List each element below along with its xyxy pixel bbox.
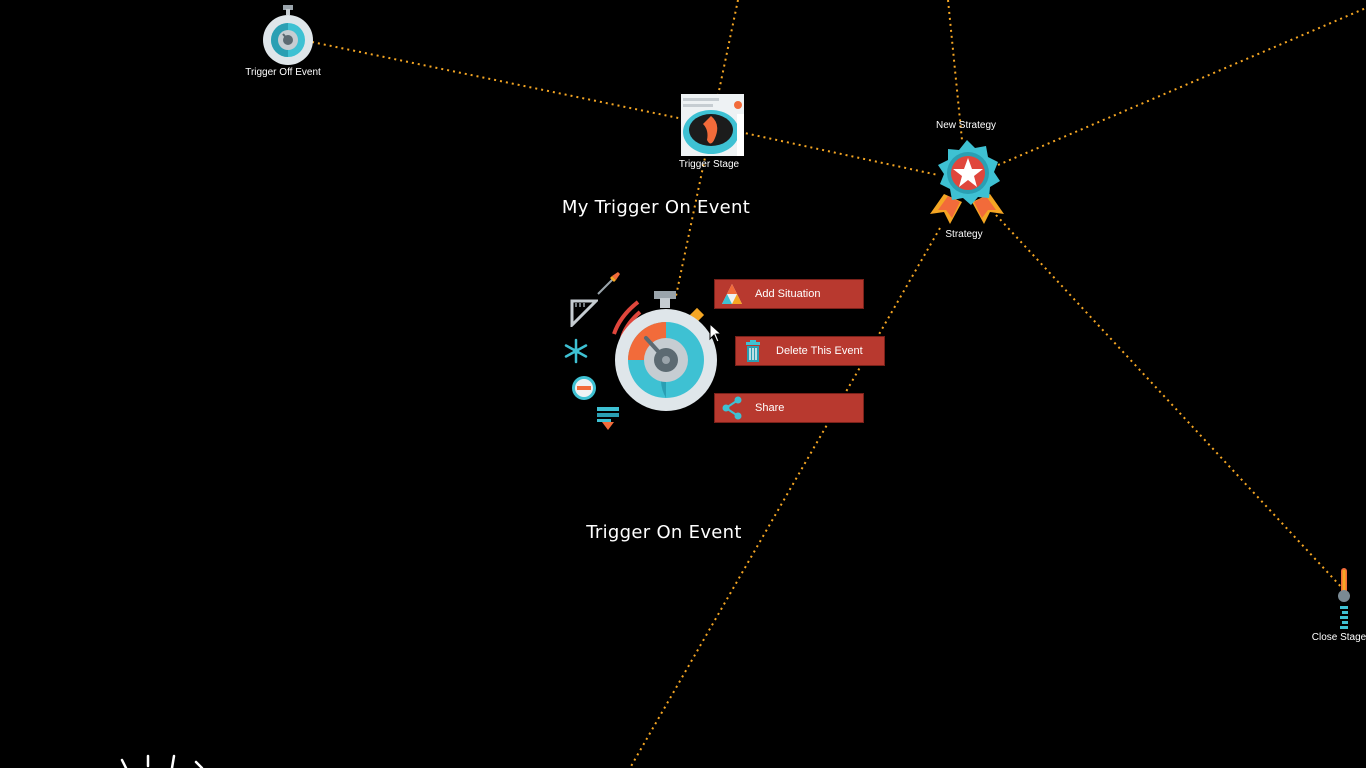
trigger-on-event-node[interactable]: [608, 290, 728, 412]
selected-node-label: Trigger On Event: [586, 522, 742, 543]
trigger-off-event-label: Trigger Off Event: [245, 67, 321, 78]
link-stage-to-strategy: [739, 131, 939, 176]
thermometer-icon: [1338, 568, 1350, 629]
arrow-pointer-icon: [709, 322, 723, 343]
snowflake-icon[interactable]: [563, 338, 589, 364]
add-situation-button[interactable]: Add Situation: [714, 279, 864, 309]
new-strategy-title: New Strategy: [935, 120, 997, 131]
share-label: Share: [755, 402, 785, 414]
ruler-icon[interactable]: [570, 299, 600, 329]
close-stage-label: Close Stage: [1311, 632, 1366, 643]
strategy-label: Strategy: [945, 229, 983, 240]
trigger-stage-label: Trigger Stage: [678, 159, 740, 170]
stopwatch-icon: [612, 291, 717, 411]
stage-icon: [681, 94, 744, 156]
award-badge-icon: [930, 140, 1004, 224]
trash-icon: [740, 338, 766, 364]
selected-node-title: My Trigger On Event: [561, 197, 751, 218]
loading-spinner-icon: [120, 754, 204, 768]
strategy-node[interactable]: [926, 138, 1008, 228]
link-strategy-to-close: [995, 214, 1345, 591]
stopwatch-icon: [263, 5, 313, 65]
delete-event-button[interactable]: Delete This Event: [735, 336, 885, 366]
design-canvas[interactable]: Trigger Off Event Trigger Stage New Stra…: [0, 0, 1366, 768]
add-situation-label: Add Situation: [755, 288, 821, 300]
delete-event-label: Delete This Event: [776, 345, 863, 357]
share-button[interactable]: Share: [714, 393, 864, 423]
link-off-to-stage: [311, 41, 689, 121]
link-strategy-to-topright: [997, 7, 1366, 166]
minus-circle-icon[interactable]: [571, 375, 597, 401]
share-icon: [719, 395, 745, 421]
triangle-layers-icon: [719, 281, 745, 307]
trigger-stage-node[interactable]: [681, 94, 745, 158]
link-top-to-strategy: [947, 0, 963, 141]
trigger-off-event-node[interactable]: [262, 4, 314, 66]
close-stage-node[interactable]: [1332, 566, 1356, 632]
